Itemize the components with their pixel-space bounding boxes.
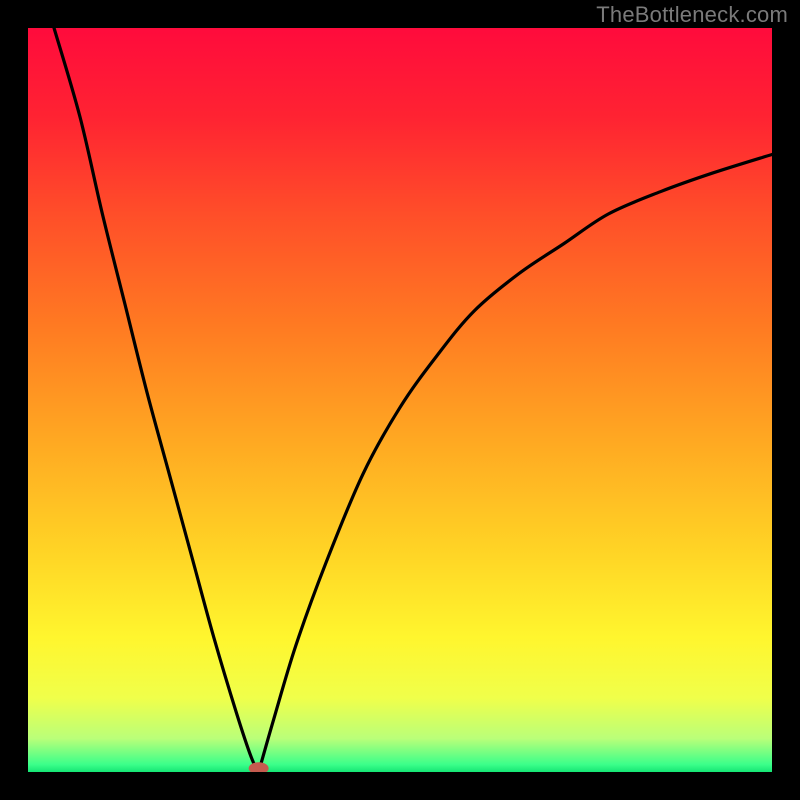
chart-frame: TheBottleneck.com (0, 0, 800, 800)
watermark-text: TheBottleneck.com (596, 2, 788, 28)
bottleneck-chart (28, 28, 772, 772)
gradient-background (28, 28, 772, 772)
plot-area (28, 28, 772, 772)
